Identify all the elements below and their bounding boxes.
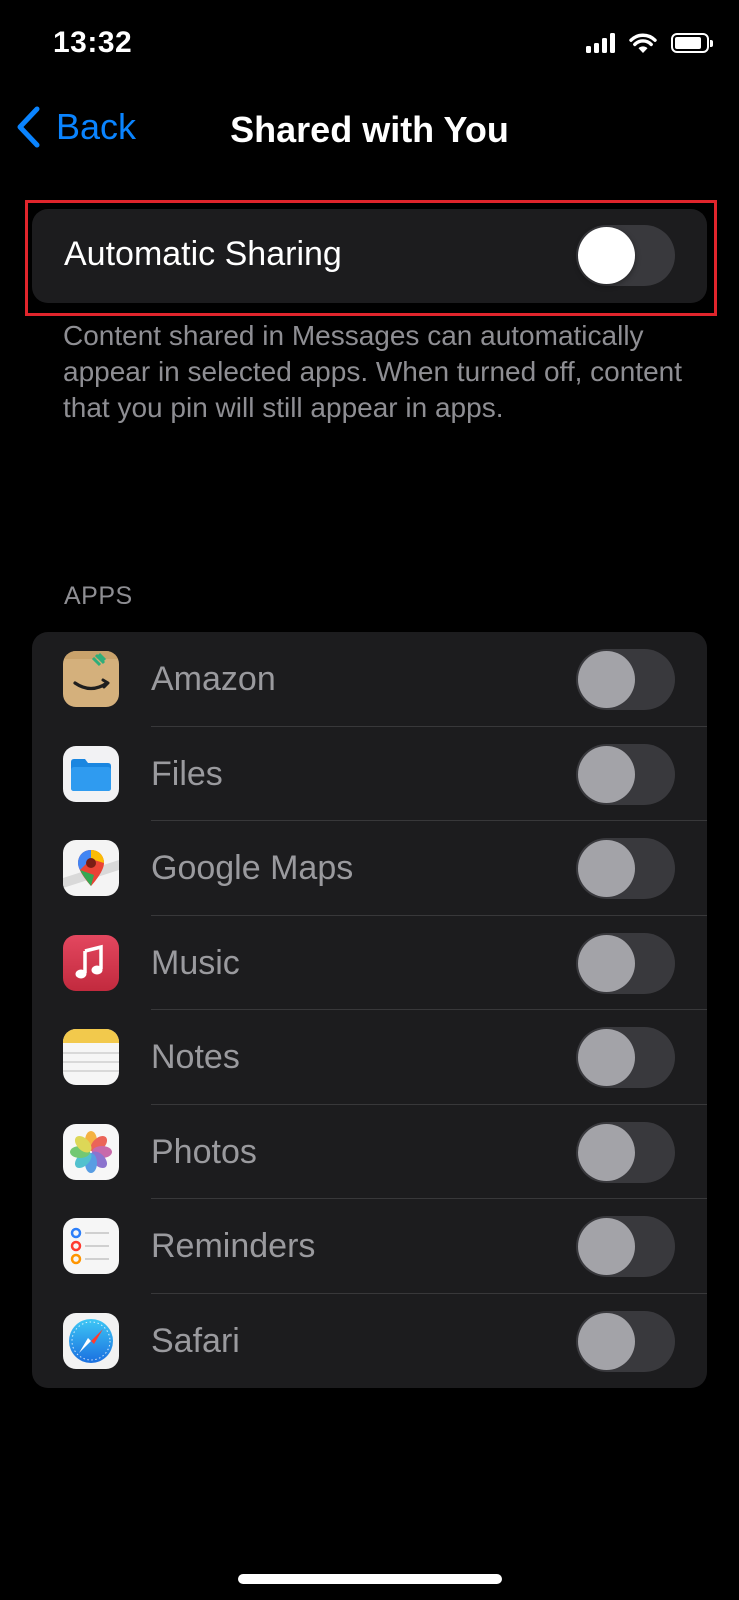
app-row-music[interactable]: Music [32,916,707,1011]
app-label: Safari [151,1321,240,1360]
app-row-files[interactable]: Files [32,727,707,822]
apps-list: Amazon Files Google Maps Music Notes Pho… [32,632,707,1388]
toggle-knob [578,651,635,708]
toggle-knob [578,1123,635,1181]
toggle-knob [578,1029,635,1086]
home-indicator[interactable] [238,1574,502,1584]
toggle-knob [578,227,635,284]
app-row-notes[interactable]: Notes [32,1010,707,1105]
google-maps-toggle[interactable] [576,838,675,899]
page-title: Shared with You [230,109,509,150]
battery-icon [671,33,713,53]
photos-icon [63,1123,119,1180]
files-icon [63,745,119,802]
toggle-knob [578,1218,635,1275]
photos-toggle[interactable] [576,1121,675,1183]
reminders-toggle[interactable] [576,1216,675,1277]
status-bar: 13:32 [0,0,739,90]
app-label: Files [151,754,223,793]
automatic-sharing-toggle[interactable] [576,225,675,286]
status-icons [586,32,713,54]
google-maps-icon [63,840,119,896]
toggle-knob [578,840,635,897]
app-label: Notes [151,1038,240,1076]
status-time: 13:32 [53,26,133,59]
music-icon [63,934,119,991]
toggle-knob [578,934,635,992]
cellular-signal-icon [586,33,615,53]
automatic-sharing-footnote: Content shared in Messages can automatic… [63,320,683,423]
app-label: Reminders [151,1227,316,1265]
app-row-google-maps[interactable]: Google Maps [32,821,707,916]
safari-icon [63,1312,119,1369]
files-toggle[interactable] [576,743,675,805]
reminders-icon [63,1218,119,1274]
notes-icon [63,1029,119,1085]
toggle-knob [578,745,635,803]
app-label: Google Maps [151,849,354,887]
safari-toggle[interactable] [576,1310,675,1372]
navigation-bar: Back Shared with You [0,95,739,165]
apps-section-header: APPS [64,582,133,610]
toggle-knob [578,1312,635,1370]
automatic-sharing-row[interactable]: Automatic Sharing [32,209,707,303]
app-row-amazon[interactable]: Amazon [32,632,707,727]
automatic-sharing-label: Automatic Sharing [64,235,342,273]
app-label: Photos [151,1132,257,1171]
app-label: Music [151,943,240,982]
wifi-icon [629,33,657,53]
app-row-safari[interactable]: Safari [32,1294,707,1389]
amazon-icon [63,651,119,707]
app-label: Amazon [151,660,276,698]
app-row-photos[interactable]: Photos [32,1105,707,1200]
music-toggle[interactable] [576,932,675,994]
app-row-reminders[interactable]: Reminders [32,1199,707,1294]
amazon-toggle[interactable] [576,649,675,710]
notes-toggle[interactable] [576,1027,675,1088]
